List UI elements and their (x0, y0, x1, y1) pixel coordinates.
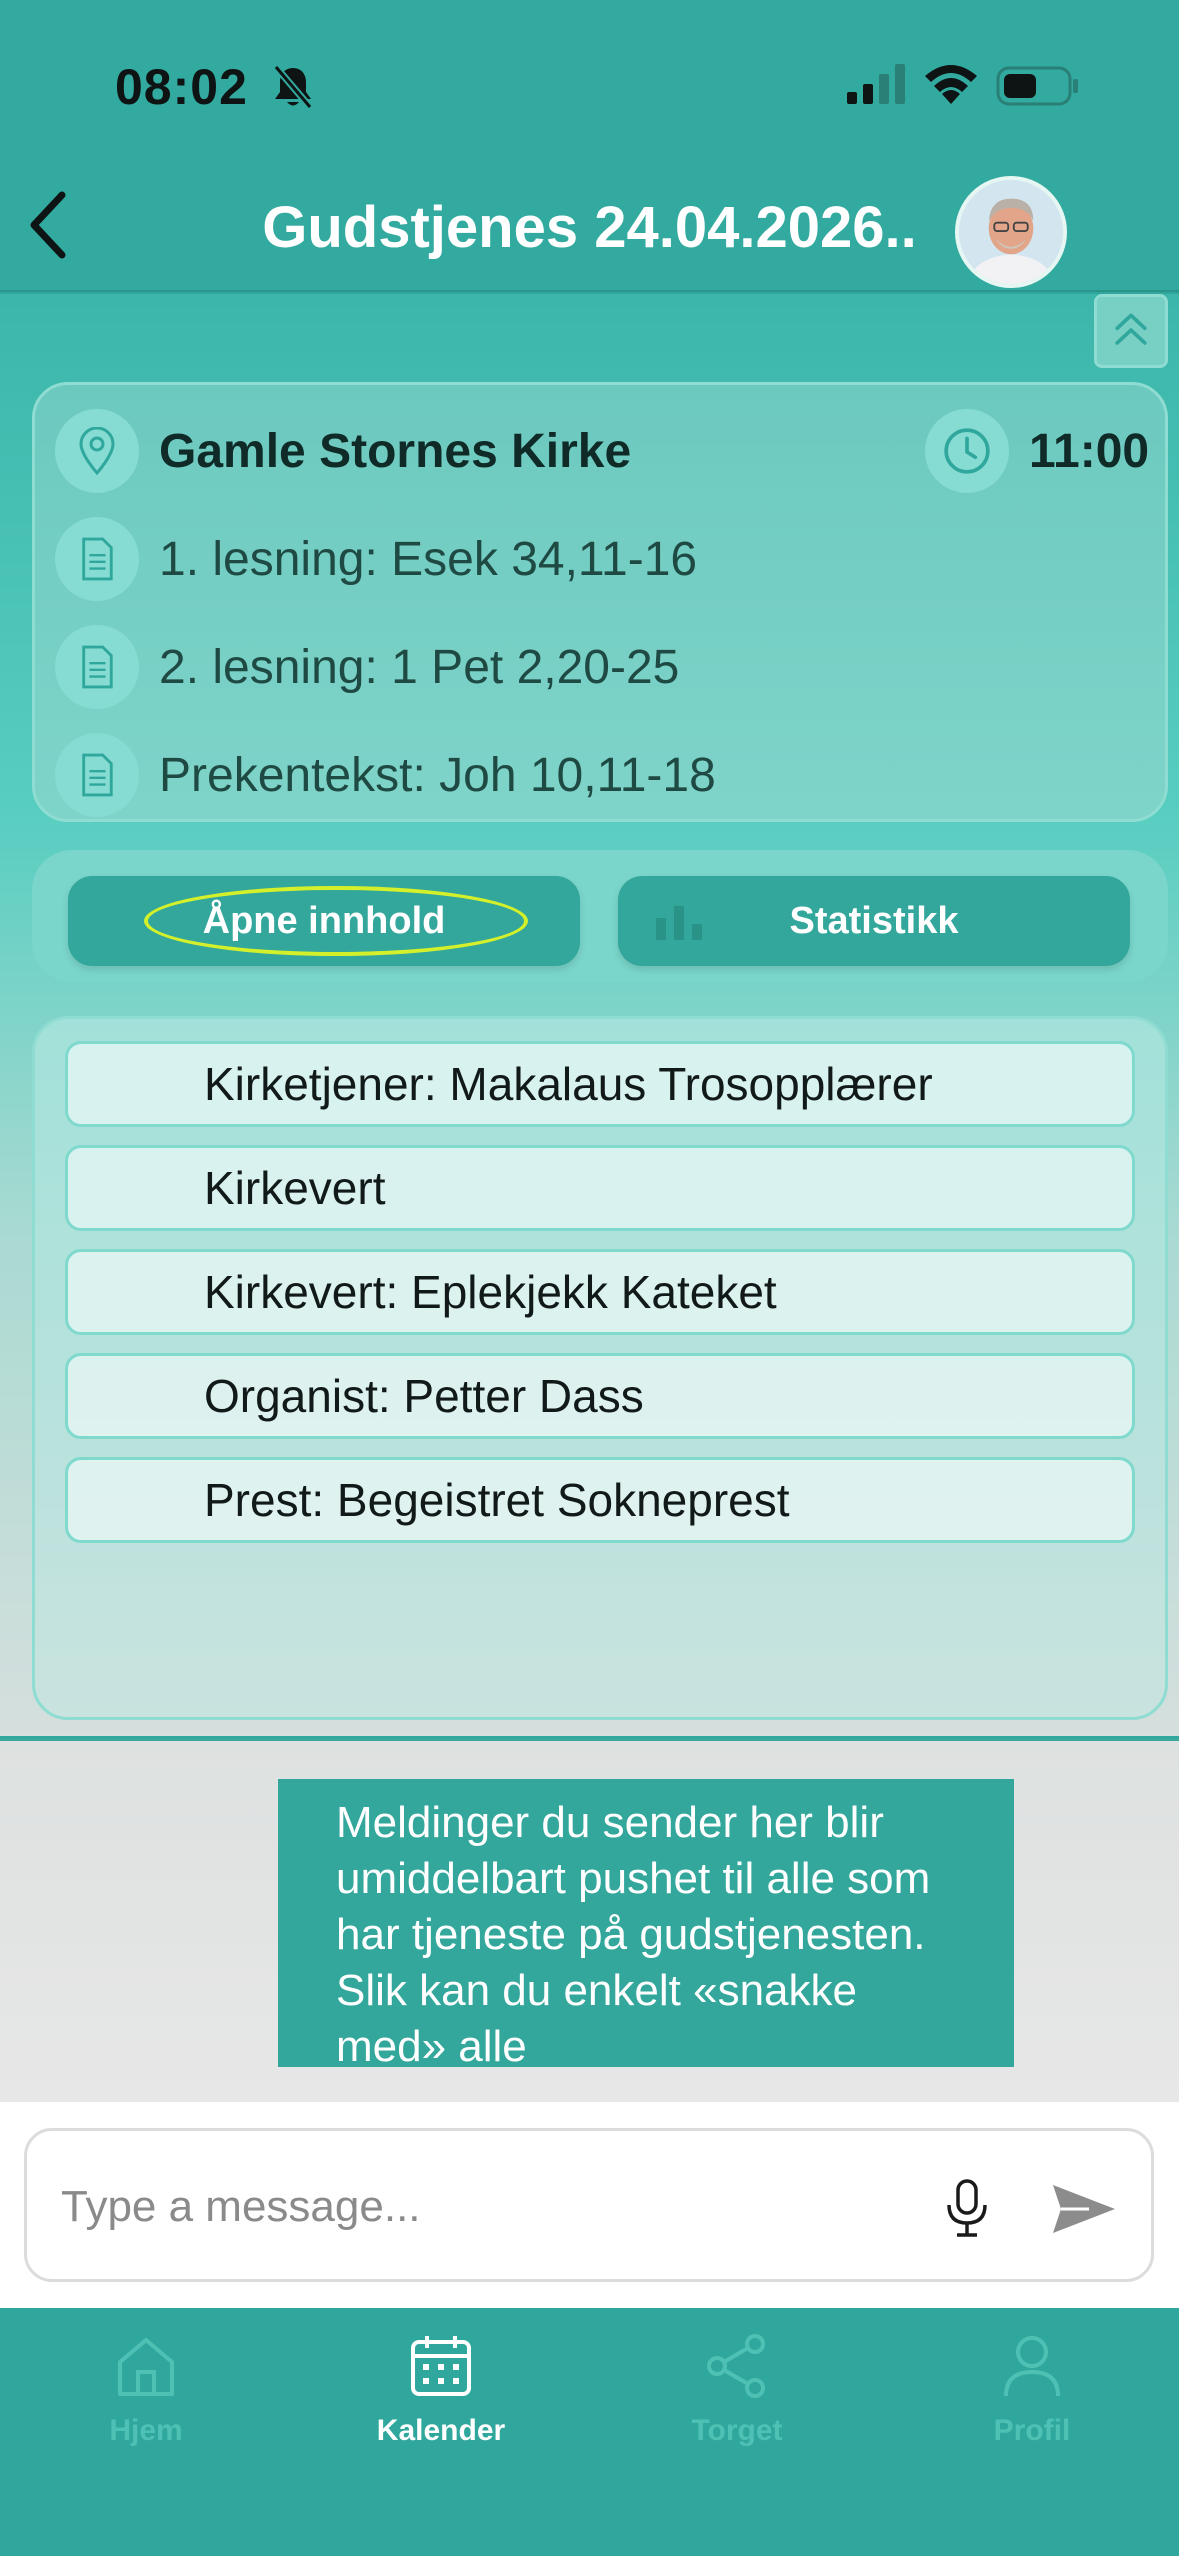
location-name: Gamle Stornes Kirke (159, 424, 632, 478)
share-icon (707, 2334, 765, 2398)
highlight-ring (144, 886, 528, 956)
avatar[interactable] (955, 176, 1067, 288)
page-title-text: Gudstjenes 24.04.2026.. (262, 195, 917, 260)
list-item[interactable]: Prest: Begeistret Sokneprest (65, 1457, 1135, 1543)
service-info-card: Gamle Stornes Kirke 11:00 1. lesning: Es… (32, 382, 1168, 822)
wifi-icon (925, 65, 977, 104)
tab-label: Profil (993, 2414, 1071, 2447)
bar-chart-icon (656, 906, 702, 940)
statistics-label: Statistikk (789, 899, 959, 942)
tab-label: Torget (691, 2414, 783, 2447)
open-content-button[interactable]: Åpne innhold (68, 876, 580, 966)
reading-row: Prekentekst: Joh 10,11-18 (55, 733, 716, 817)
tab-hjem[interactable]: Hjem (26, 2330, 266, 2480)
tab-bar: Hjem Kalender Torget Profil (0, 2308, 1179, 2556)
reading-text: Prekentekst: Joh 10,11-18 (159, 748, 716, 802)
microphone-icon[interactable] (937, 2175, 997, 2241)
avatar-image (959, 180, 1063, 284)
time-row: 11:00 (925, 409, 1149, 493)
tab-label: Hjem (109, 2414, 183, 2447)
list-item[interactable]: Kirketjener: Makalaus Trosopplærer (65, 1041, 1135, 1127)
reading-row: 2. lesning: 1 Pet 2,20-25 (55, 625, 679, 709)
list-item[interactable]: Kirkevert (65, 1145, 1135, 1231)
reading-text: 2. lesning: 1 Pet 2,20-25 (159, 640, 680, 694)
location-pin-icon (55, 409, 139, 493)
collapse-button[interactable] (1094, 294, 1168, 368)
reading-row: 1. lesning: Esek 34,11-16 (55, 517, 697, 601)
tab-kalender[interactable]: Kalender (321, 2330, 561, 2480)
service-content: Gamle Stornes Kirke 11:00 1. lesning: Es… (0, 294, 1179, 1736)
user-icon (1004, 2336, 1060, 2397)
message-bubble: Meldinger du sender her blir umiddelbart… (278, 1779, 1014, 2067)
clock-icon (925, 409, 1009, 493)
chevrons-up-icon (1115, 313, 1147, 345)
roles-list: Kirketjener: Makalaus Trosopplærer Kirke… (32, 1016, 1168, 1720)
service-time: 11:00 (1029, 424, 1150, 478)
app-header: 08:02 Gudstjenes 24.04.2026.. (0, 0, 1179, 292)
document-icon (55, 625, 139, 709)
battery-icon (996, 66, 1078, 106)
action-panel: Åpne innhold Statistikk (32, 850, 1168, 982)
reading-text: 1. lesning: Esek 34,11-16 (159, 532, 698, 586)
document-icon (55, 517, 139, 601)
bell-off-icon (273, 64, 313, 110)
tab-profil[interactable]: Profil (912, 2330, 1152, 2480)
list-item[interactable]: Kirkevert: Eplekjekk Kateket (65, 1249, 1135, 1335)
chat-area[interactable]: Meldinger du sender her blir umiddelbart… (0, 1738, 1179, 2102)
send-icon[interactable] (1049, 2181, 1119, 2237)
status-time: 08:02 (115, 59, 248, 115)
cell-signal-icon (847, 64, 905, 104)
calendar-icon (411, 2336, 471, 2396)
document-icon (55, 733, 139, 817)
message-input[interactable] (61, 2167, 921, 2247)
location-row: Gamle Stornes Kirke (55, 409, 631, 493)
message-input-box[interactable] (24, 2128, 1154, 2282)
home-icon (118, 2338, 174, 2396)
list-item[interactable]: Organist: Petter Dass (65, 1353, 1135, 1439)
tab-torget[interactable]: Torget (617, 2330, 857, 2480)
message-composer (0, 2102, 1179, 2308)
tab-label: Kalender (376, 2414, 506, 2447)
statistics-button[interactable]: Statistikk (618, 876, 1130, 966)
